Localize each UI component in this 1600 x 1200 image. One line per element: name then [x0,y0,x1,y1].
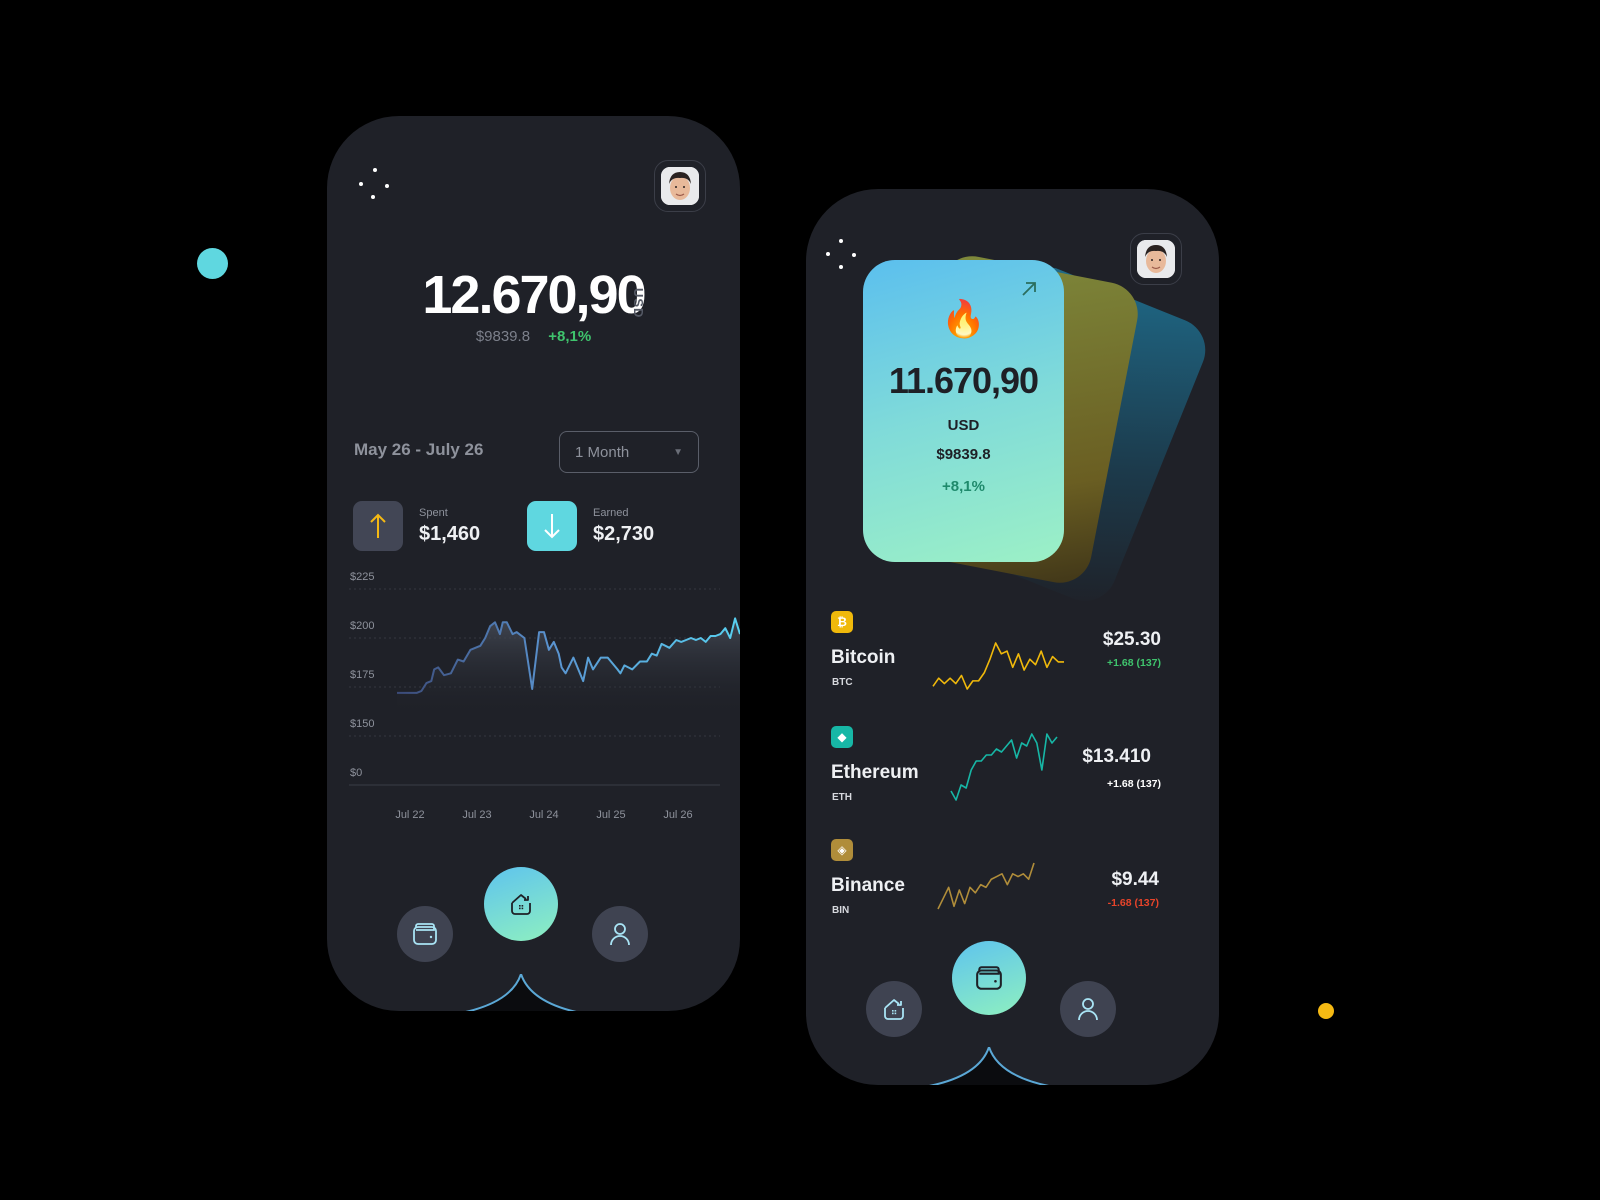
y-tick-label: $200 [350,620,374,632]
coin-price: $13.410 [1082,746,1151,767]
stat-label: Earned [593,506,629,519]
nav-wallet-button[interactable] [397,906,453,962]
home-icon [884,999,904,1020]
nav-home-button[interactable] [866,981,922,1037]
wallet-card-front[interactable]: 🔥 11.670,90 USD $9839.8 +8,1% [863,260,1064,562]
coin-row-binance[interactable]: ◈ Binance BIN $9.44 -1.68 (137) [831,839,1161,935]
y-tick-label: $175 [350,669,374,681]
x-tick-label: Jul 26 [663,809,692,821]
stat-value: $1,460 [419,522,481,545]
card-amount: 11.670,90 [888,360,1039,401]
coin-change: +1.68 (137) [1107,657,1161,669]
x-tick-label: Jul 25 [596,809,625,821]
balance-change: +8,1% [548,328,592,345]
arrow-up-icon [353,501,403,551]
balance-display: 12.670,90 [327,264,740,326]
nav-home-button[interactable] [484,867,558,941]
x-tick-label: Jul 24 [529,809,558,821]
balance-chart: $225 $200 $175 $150 $0 Jul 22 Jul 23 Jul 24 Jul … [327,571,740,831]
fire-icon: 🔥 [941,298,986,339]
nav-active-indicator [928,1047,1050,1085]
coin-symbol: BTC [832,677,853,688]
balance-amount: 12.670,90 [422,265,646,325]
coin-sparkline [932,642,1064,690]
coin-name: Binance [831,875,905,896]
stat-spent: Spent $1,460 [353,501,480,551]
dots-menu-icon[interactable] [359,168,393,202]
sparkline-path [932,642,1064,690]
coin-sparkline [950,733,1058,801]
arrow-up-right-icon[interactable] [1020,280,1038,298]
user-icon [610,923,630,946]
card-change: +8,1% [942,478,985,495]
balance-usd-value: $9839.8 [475,328,531,345]
x-tick-label: Jul 22 [395,809,424,821]
card-usd-value: $9839.8 [936,446,991,463]
user-icon [1078,998,1098,1021]
balance-unit: USD [631,288,646,319]
coin-symbol: ETH [832,792,852,803]
binance-icon: ◈ [831,839,853,861]
home-icon [511,894,531,915]
y-tick-label: $225 [350,571,374,583]
stat-value: $2,730 [593,522,655,545]
coin-sparkline [937,862,1035,910]
coin-row-ethereum[interactable]: ◆ Ethereum ETH $13.410 +1.68 (137) [831,726,1161,822]
coin-symbol: BIN [832,905,850,916]
period-select-value: 1 Month [575,443,630,461]
x-tick-label: Jul 23 [462,809,491,821]
avatar [1137,240,1175,278]
period-select[interactable]: 1 Month ▼ [559,431,699,473]
date-range-label: May 26 - July 26 [354,440,484,459]
y-tick-label: $150 [350,718,374,730]
coin-change: +1.68 (137) [1107,778,1161,790]
coin-name: Ethereum [831,762,919,783]
avatar [661,167,699,205]
decorative-dot-cyan [197,248,228,279]
coin-price: $9.44 [1111,869,1159,890]
bitcoin-icon: ₿ [831,611,853,633]
sparkline-path [937,862,1035,910]
card-unit: USD [947,417,980,434]
arrow-down-icon [527,501,577,551]
nav-profile-button[interactable] [592,906,648,962]
sparkline-path [950,733,1058,801]
coin-row-bitcoin[interactable]: ₿ Bitcoin BTC $25.30 +1.68 (137) [831,611,1161,707]
avatar-button[interactable] [1130,233,1182,285]
coin-name: Bitcoin [831,647,896,668]
coin-price: $25.30 [1102,629,1161,650]
decorative-dot-yellow [1318,1003,1334,1019]
avatar-button[interactable] [654,160,706,212]
phone-wallet: 🔥 11.670,90 USD $9839.8 +8,1% ₿ Bitcoin … [806,189,1219,1085]
phone-dashboard: 12.670,90 USD $9839.8 +8,1% May 26 - Jul… [327,116,740,1011]
stat-label: Spent [419,506,448,519]
ethereum-icon: ◆ [831,726,853,748]
nav-active-indicator [465,974,577,1011]
chart-svg: $225 $200 $175 $150 $0 Jul 22 Jul 23 Jul 24 Jul … [349,571,740,821]
dots-menu-icon[interactable] [826,239,860,273]
balance-sub-row: $9839.8 +8,1% [327,328,740,345]
coin-change: -1.68 (137) [1107,897,1159,909]
nav-profile-button[interactable] [1060,981,1116,1037]
wallet-icon [413,923,437,945]
y-tick-label: $0 [350,767,362,779]
chevron-down-icon: ▼ [673,446,683,458]
nav-wallet-button[interactable] [952,941,1026,1015]
stat-earned: Earned $2,730 [527,501,654,551]
wallet-icon [976,966,1002,990]
